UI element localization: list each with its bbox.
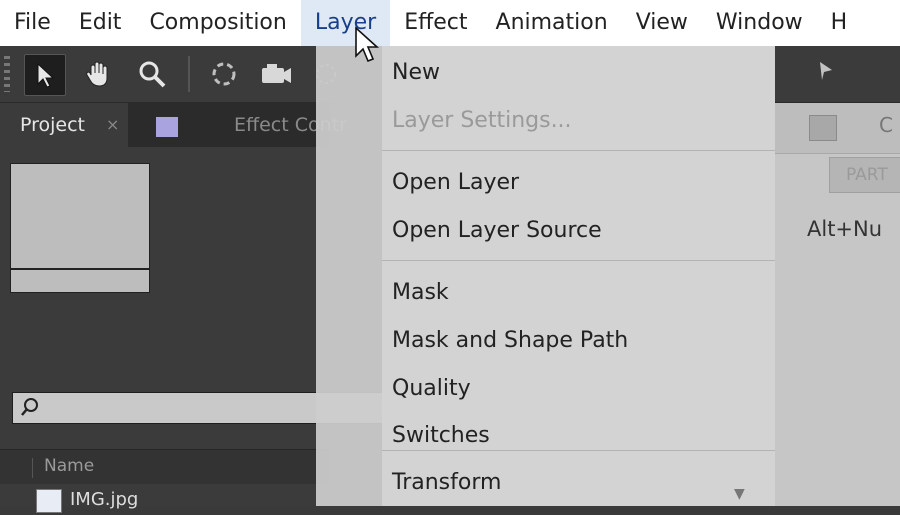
tab-part[interactable]: PART <box>829 157 900 193</box>
panel-tab-strip: Project × Effect Contr <box>0 103 347 147</box>
menu-window[interactable]: Window <box>702 0 817 46</box>
rotate-icon[interactable] <box>204 54 244 94</box>
layer-menu-dropdown: New Layer Settings... Open Layer Open La… <box>382 46 775 506</box>
search-icon <box>19 396 41 422</box>
menu-item-mask-and-shape-path[interactable]: Mask and Shape Path <box>392 328 628 353</box>
shortcut-text: Alt+Nu <box>807 217 883 241</box>
camera-icon[interactable] <box>256 54 296 94</box>
menu-item-quality[interactable]: Quality <box>392 376 471 401</box>
preview-info-bar <box>10 269 150 293</box>
hand-icon[interactable] <box>78 54 118 94</box>
menu-item-open-layer[interactable]: Open Layer <box>392 170 519 195</box>
menu-item-transform[interactable]: Transform <box>392 470 501 495</box>
puppet-pin-icon <box>816 58 836 88</box>
project-panel: Name IMG.jpg <box>0 147 434 513</box>
menu-item-new[interactable]: New <box>392 60 440 85</box>
mouse-cursor-icon <box>354 26 380 70</box>
column-divider <box>32 458 33 478</box>
composition-heading: C <box>879 113 893 137</box>
menu-item-mask[interactable]: Mask <box>392 280 449 305</box>
menu-effect[interactable]: Effect <box>390 0 481 46</box>
tab-project[interactable]: Project × <box>0 103 128 147</box>
menu-help[interactable]: H <box>817 0 862 46</box>
composition-panel: C PART Alt+Nu <box>775 103 900 506</box>
menu-bar: File Edit Composition Layer Effect Anima… <box>0 0 900 46</box>
tab-project-label: Project <box>20 114 86 136</box>
column-name-label[interactable]: Name <box>44 456 94 476</box>
file-name: IMG.jpg <box>70 489 139 510</box>
menu-item-open-layer-source[interactable]: Open Layer Source <box>392 218 602 243</box>
toolbar-grip[interactable] <box>4 56 10 92</box>
toolbar-separator <box>188 56 190 92</box>
image-file-icon <box>36 489 62 513</box>
color-swatch[interactable] <box>156 117 178 137</box>
menu-separator <box>382 260 775 261</box>
menu-separator <box>382 450 775 451</box>
close-icon[interactable]: × <box>106 103 119 147</box>
menu-animation[interactable]: Animation <box>482 0 622 46</box>
column-header: Name <box>0 449 330 484</box>
menu-separator <box>382 150 775 151</box>
zoom-icon[interactable] <box>132 54 172 94</box>
menu-item-switches[interactable]: Switches <box>392 423 490 448</box>
preview-thumbnail <box>10 163 150 269</box>
menu-file[interactable]: File <box>0 0 65 46</box>
scroll-down-icon[interactable]: ▼ <box>734 486 756 506</box>
panel-lock-icon[interactable] <box>809 115 837 141</box>
list-item[interactable]: IMG.jpg <box>0 485 330 515</box>
menu-composition[interactable]: Composition <box>135 0 300 46</box>
selection-icon[interactable] <box>24 54 66 96</box>
menu-edit[interactable]: Edit <box>65 0 136 46</box>
menu-view[interactable]: View <box>622 0 702 46</box>
menu-item-layer-settings[interactable]: Layer Settings... <box>392 108 572 133</box>
